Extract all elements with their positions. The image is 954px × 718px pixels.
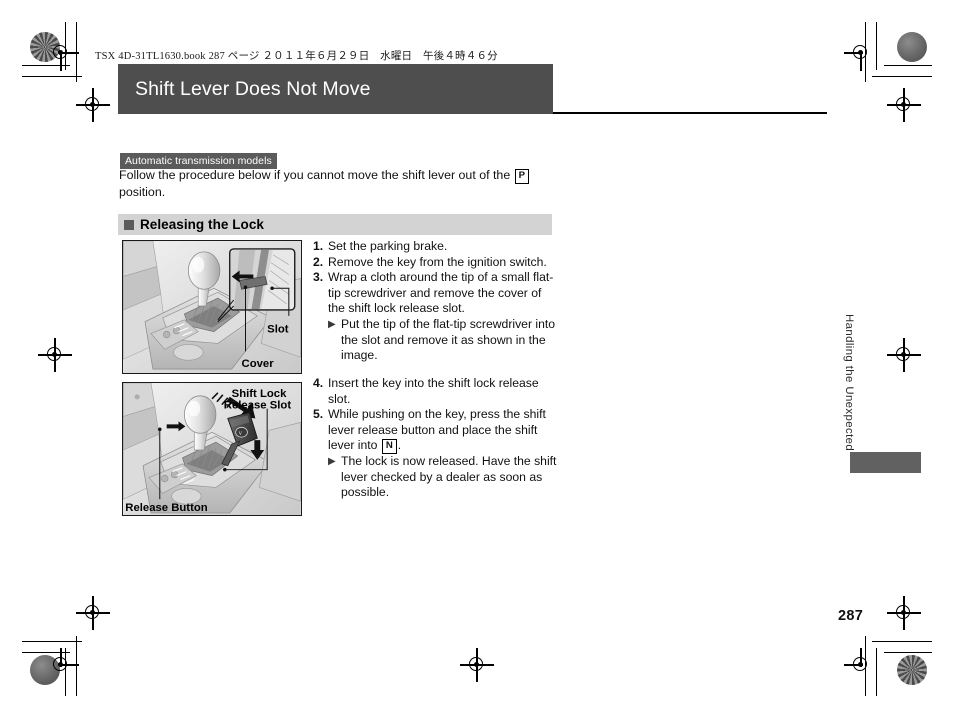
- triangle-bullet-icon: ▶: [328, 318, 336, 330]
- step-5-text-part2: .: [397, 438, 402, 453]
- list-item: 5. While pushing on the key, press the s…: [313, 407, 561, 454]
- registration-color-dot: [897, 655, 927, 685]
- crop-mark-line: [22, 76, 82, 78]
- crop-mark-line: [876, 648, 878, 696]
- step-text: Remove the key from the ignition switch.: [328, 254, 547, 269]
- registration-color-dot: [897, 32, 927, 62]
- step-number: 3.: [313, 270, 324, 285]
- illus1-label-slot: Slot: [267, 324, 289, 336]
- registration-mark: [48, 40, 79, 71]
- section-header-bar: Releasing the Lock: [118, 214, 552, 235]
- illus2-label-shift-lock: Shift Lock: [232, 388, 287, 400]
- registration-mark: [844, 40, 874, 71]
- intro-paragraph: Follow the procedure below if you cannot…: [119, 167, 539, 200]
- page-title-bar: Shift Lever Does Not Move: [118, 64, 553, 114]
- illus2-label-release-slot: Release Slot: [224, 400, 292, 412]
- gear-position-n-box: N: [381, 439, 397, 454]
- crop-mark-line: [872, 641, 932, 643]
- illus2-label-release-button: Release Button: [125, 502, 207, 514]
- registration-mark: [844, 648, 874, 678]
- shift-lock-release-illustration: v Shift Lock Release Slot Release Button: [122, 382, 302, 516]
- sub-bullet-item: ▶ The lock is now released. Have the shi…: [313, 454, 561, 501]
- registration-mark: [887, 338, 921, 372]
- step-number: 1.: [313, 239, 324, 253]
- title-rule: [553, 112, 827, 114]
- sub-bullet-text: The lock is now released. Have the shift…: [341, 453, 557, 500]
- list-item: 2. Remove the key from the ignition swit…: [313, 255, 558, 271]
- registration-mark: [887, 596, 921, 630]
- crop-mark-line: [872, 76, 932, 78]
- registration-mark: [48, 648, 79, 678]
- step-number: 4.: [313, 376, 324, 390]
- square-bullet-icon: [124, 219, 134, 230]
- print-header-line: TSX 4D-31TL1630.book 287 ページ ２０１１年６月２９日 …: [95, 51, 498, 62]
- crop-mark-line: [76, 636, 78, 696]
- chapter-side-label: Handling the Unexpected: [843, 314, 855, 452]
- svg-text:v: v: [239, 430, 243, 437]
- sub-bullet-item: ▶ Put the tip of the flat-tip screwdrive…: [313, 317, 558, 364]
- list-item: 3. Wrap a cloth around the tip of a smal…: [313, 270, 558, 317]
- list-item: 1. Set the parking brake.: [313, 239, 558, 255]
- step-text: Wrap a cloth around the tip of a small f…: [328, 270, 554, 316]
- section-heading: Releasing the Lock: [140, 217, 264, 232]
- step-text: Insert the key into the shift lock relea…: [328, 376, 539, 406]
- sub-bullet-text: Put the tip of the flat-tip screwdriver …: [341, 316, 556, 363]
- crop-mark-line: [22, 641, 82, 643]
- illus1-label-cover: Cover: [242, 358, 275, 370]
- crop-mark-line: [876, 22, 878, 70]
- step-number: 2.: [313, 254, 324, 269]
- page-title: Shift Lever Does Not Move: [135, 77, 371, 100]
- crop-mark-line: [884, 652, 932, 654]
- crop-mark-line: [884, 65, 932, 67]
- step-text: Set the parking brake.: [328, 239, 448, 253]
- registration-mark: [38, 338, 72, 372]
- step-number: 5.: [313, 407, 324, 422]
- intro-text-part2: position.: [119, 184, 166, 199]
- intro-text-part1: Follow the procedure below if you cannot…: [119, 168, 511, 182]
- registration-mark: [76, 88, 110, 122]
- chapter-thumb-tab: [850, 452, 921, 473]
- instruction-list-part2: 4. Insert the key into the shift lock re…: [313, 376, 561, 501]
- registration-mark: [76, 596, 110, 630]
- manual-page: TSX 4D-31TL1630.book 287 ページ ２０１１年６月２９日 …: [0, 0, 954, 718]
- instruction-list-part1: 1. Set the parking brake. 2. Remove the …: [313, 239, 558, 364]
- registration-mark: [460, 648, 494, 682]
- shift-lever-cover-illustration: Slot Cover: [122, 240, 302, 374]
- step-5-text-part1: While pushing on the key, press the shif…: [328, 407, 546, 453]
- page-number: 287: [838, 608, 864, 624]
- triangle-bullet-icon: ▶: [328, 455, 336, 467]
- gear-position-p-box: P: [514, 169, 530, 184]
- registration-mark: [887, 88, 921, 122]
- list-item: 4. Insert the key into the shift lock re…: [313, 376, 561, 407]
- step-text: While pushing on the key, press the shif…: [328, 407, 561, 454]
